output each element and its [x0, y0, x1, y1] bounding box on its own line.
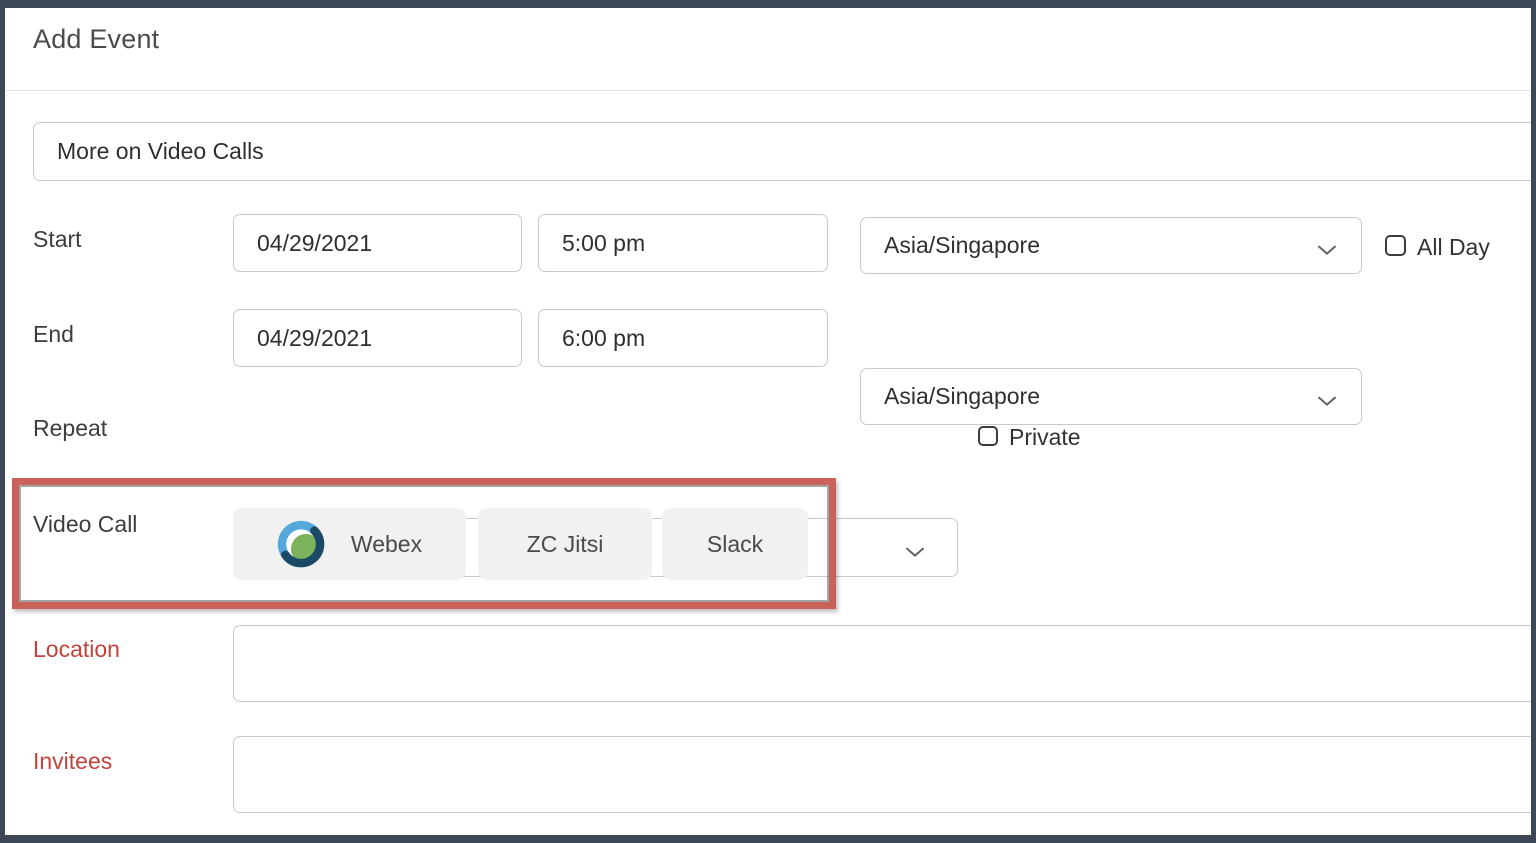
start-time-value: 5:00 pm: [562, 230, 645, 257]
private-checkbox[interactable]: [978, 426, 998, 446]
video-call-zc-jitsi-button[interactable]: ZC Jitsi: [478, 508, 652, 580]
end-date-input[interactable]: 04/29/2021: [233, 309, 522, 367]
repeat-label: Repeat: [33, 415, 107, 442]
header-divider: [5, 90, 1531, 91]
provider-button-label: Webex: [351, 531, 422, 558]
location-label: Location: [33, 636, 120, 663]
webex-logo-icon: [277, 520, 325, 568]
end-timezone-value: Asia/Singapore: [884, 383, 1040, 410]
start-timezone-select[interactable]: Asia/Singapore: [860, 217, 1362, 274]
all-day-checkbox[interactable]: [1385, 235, 1406, 256]
location-input[interactable]: [233, 625, 1536, 702]
end-label: End: [33, 321, 74, 348]
chevron-down-icon: [1317, 234, 1337, 261]
end-time-input[interactable]: 6:00 pm: [538, 309, 828, 367]
add-event-dialog: Add Event Start 04/29/2021 5:00 pm Asia/…: [0, 0, 1536, 843]
page-title: Add Event: [33, 24, 159, 55]
video-call-webex-button[interactable]: Webex: [233, 508, 466, 580]
video-call-label: Video Call: [33, 511, 137, 538]
start-timezone-value: Asia/Singapore: [884, 232, 1040, 259]
end-timezone-select[interactable]: Asia/Singapore: [860, 368, 1362, 425]
provider-button-label: ZC Jitsi: [527, 531, 604, 558]
chevron-down-icon: [905, 536, 925, 563]
chevron-down-icon: [1317, 385, 1337, 412]
start-date-input[interactable]: 04/29/2021: [233, 214, 522, 272]
invitees-label: Invitees: [33, 748, 112, 775]
end-time-value: 6:00 pm: [562, 325, 645, 352]
private-label: Private: [1009, 424, 1081, 451]
all-day-label: All Day: [1417, 234, 1490, 261]
start-time-input[interactable]: 5:00 pm: [538, 214, 828, 272]
event-title-input[interactable]: [33, 122, 1536, 181]
provider-button-label: Slack: [707, 531, 763, 558]
start-label: Start: [33, 226, 82, 253]
video-call-slack-button[interactable]: Slack: [662, 508, 808, 580]
end-date-value: 04/29/2021: [257, 325, 372, 352]
invitees-input[interactable]: [233, 736, 1536, 813]
start-date-value: 04/29/2021: [257, 230, 372, 257]
